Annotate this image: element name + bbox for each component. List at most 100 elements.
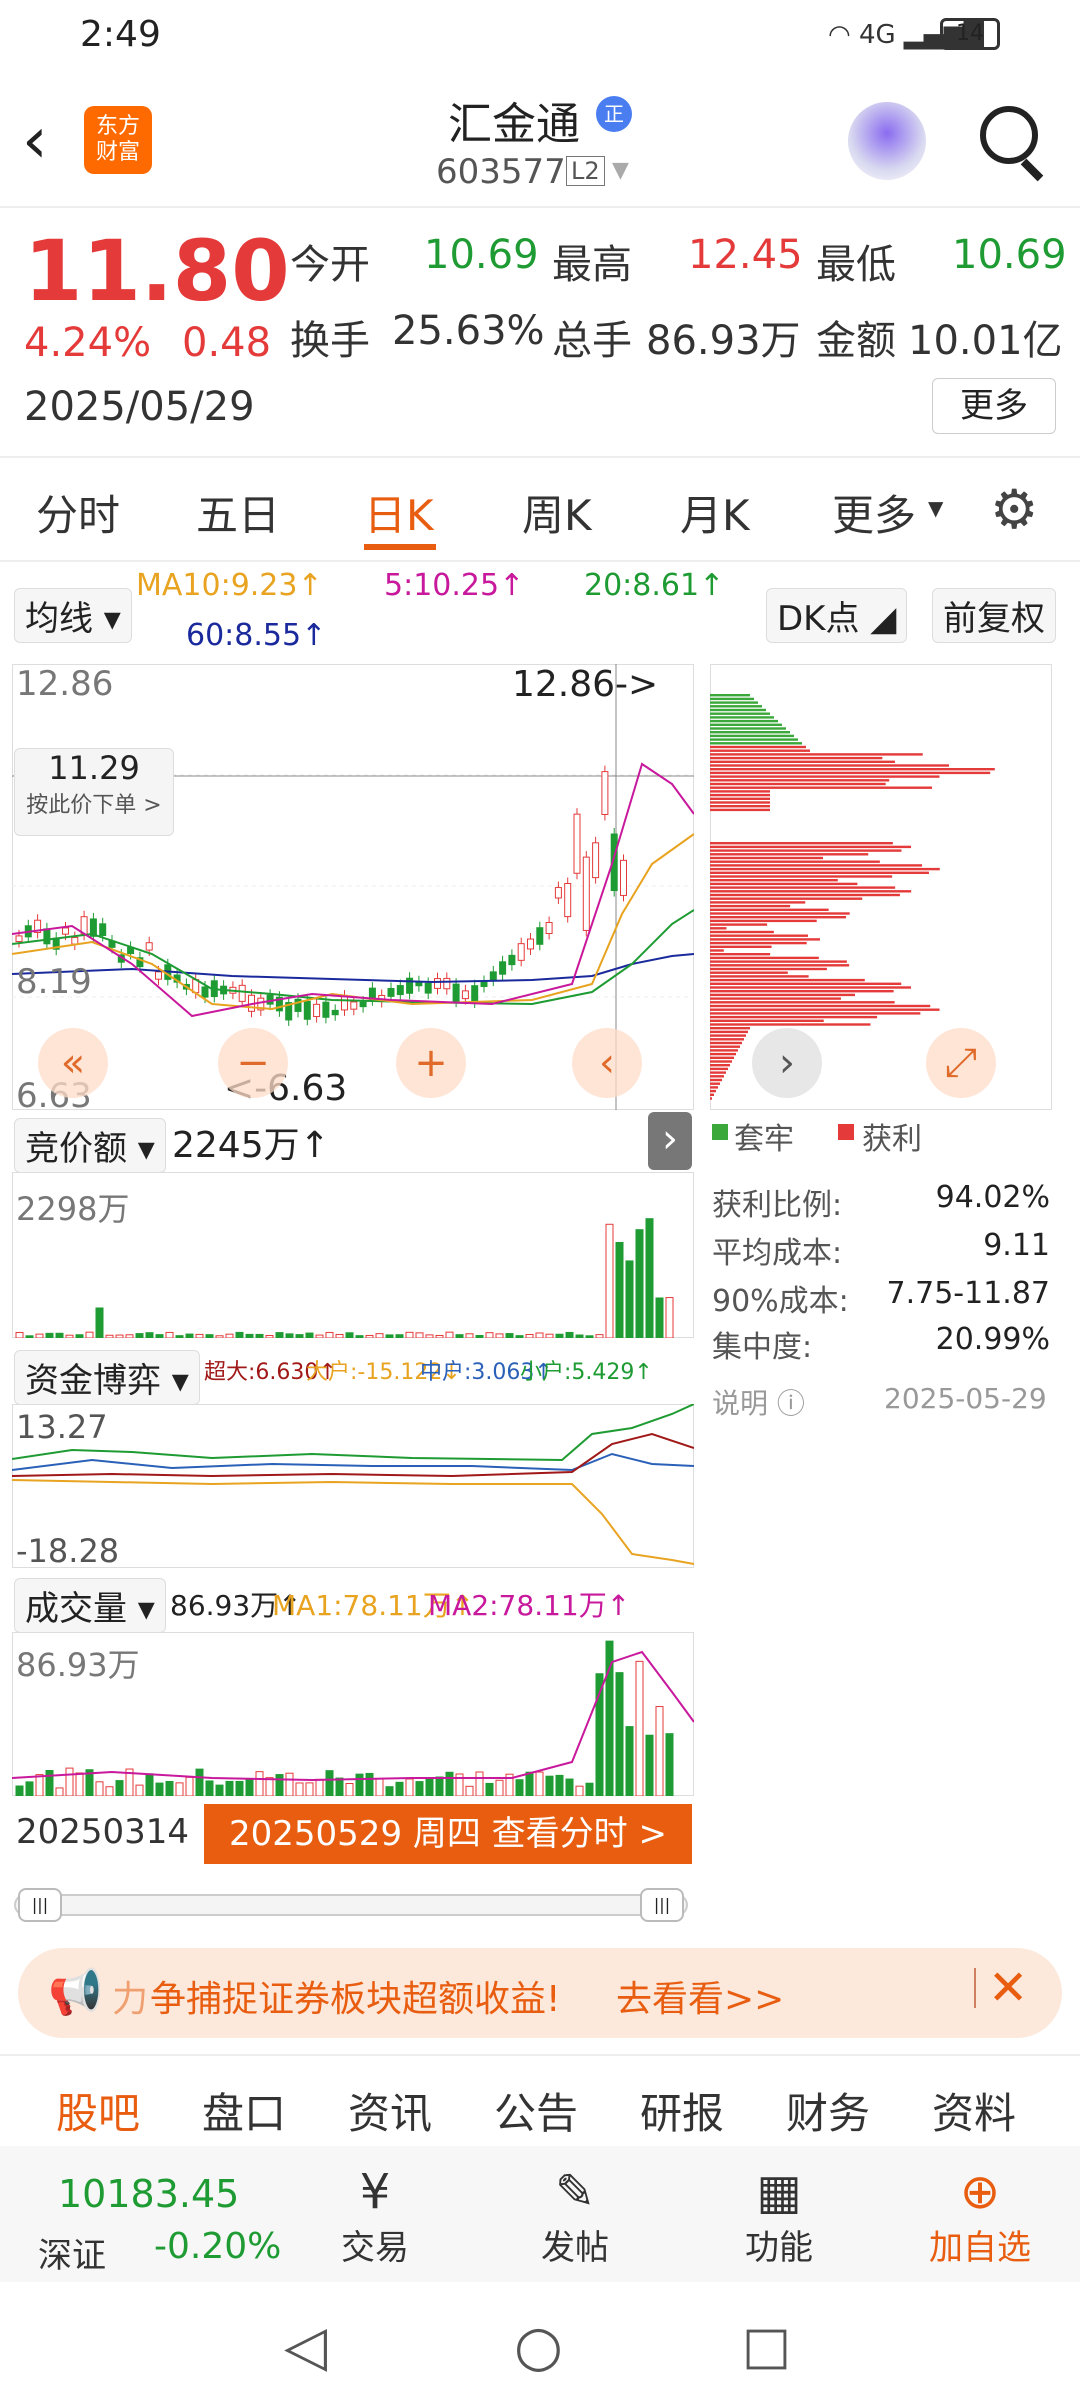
assistant-avatar[interactable]: [848, 102, 926, 180]
dk-point-button[interactable]: DK点 ◢: [766, 588, 908, 643]
info-icon: ⓘ: [776, 1387, 805, 1420]
tab-more[interactable]: 更多: [832, 482, 916, 543]
chip-bar: [710, 927, 727, 930]
chip-stat-value: 94.02%: [935, 1180, 1050, 1215]
chevron-right-icon[interactable]: ›: [648, 1112, 692, 1170]
chip-bar: [710, 864, 923, 867]
step-left-icon[interactable]: ‹: [572, 1028, 642, 1098]
step-right-icon[interactable]: ›: [752, 1028, 822, 1098]
fund-small: 小户:5.429↑: [520, 1360, 653, 1385]
volume-bar: [315, 1778, 324, 1796]
index-pct[interactable]: -0.20%: [154, 2226, 281, 2267]
volume-bar: [245, 1779, 254, 1796]
tab-announcement[interactable]: 公告: [494, 2080, 578, 2141]
auction-bar: [145, 1332, 154, 1338]
auction-bar: [445, 1331, 454, 1338]
banner-link[interactable]: 去看看>>: [616, 1970, 784, 2022]
chip-bar: [710, 1056, 734, 1059]
high-value: 12.45: [688, 232, 803, 278]
chip-bar: [710, 871, 929, 874]
nav-recent-icon[interactable]: □: [742, 2316, 791, 2376]
fund-y-bottom: -18.28: [16, 1532, 120, 1570]
volume-select[interactable]: 成交量 ▾: [14, 1578, 166, 1633]
chip-bar: [710, 708, 766, 712]
timeline-start: 20250314: [16, 1812, 190, 1852]
chevron-down-icon[interactable]: ▼: [612, 158, 629, 183]
tab-daily-k[interactable]: 日K: [364, 482, 434, 543]
fund-y-top: 13.27: [16, 1408, 108, 1446]
lock-legend-swatch: [712, 1124, 728, 1140]
scroll-left-icon[interactable]: «: [38, 1028, 108, 1098]
post-button[interactable]: ✎ 发帖: [530, 2164, 620, 2269]
chip-bar: [710, 945, 772, 948]
more-button[interactable]: 更多: [932, 378, 1056, 434]
auction-bar: [205, 1334, 214, 1338]
chip-bar: [710, 738, 798, 741]
chip-bar: [710, 797, 770, 800]
tab-finance[interactable]: 财务: [786, 2080, 870, 2141]
tab-intraday[interactable]: 分时: [36, 482, 120, 543]
tab-weekly-k[interactable]: 周K: [522, 482, 592, 543]
index-value[interactable]: 10183.45: [58, 2172, 239, 2216]
auction-bar: [365, 1334, 374, 1338]
chip-bar: [710, 993, 855, 997]
volume-bar: [385, 1786, 394, 1796]
candle: [303, 1000, 311, 1020]
tab-research[interactable]: 研报: [640, 2080, 724, 2141]
view-intraday-button[interactable]: 20250529 周四 查看分时 >: [204, 1804, 692, 1864]
stock-code: 603577: [436, 152, 566, 192]
chip-bar: [710, 842, 893, 845]
turnover-label: 换手: [290, 318, 370, 364]
volume-bar: [655, 1706, 664, 1796]
search-icon[interactable]: [980, 106, 1038, 164]
chip-bar: [710, 856, 824, 860]
fund-select[interactable]: 资金博弈 ▾: [14, 1350, 200, 1405]
candle: [396, 985, 404, 996]
scroll-handle-left[interactable]: |||: [18, 1888, 62, 1922]
volume-bar: [665, 1733, 674, 1796]
auction-bar: [295, 1334, 304, 1338]
candle: [62, 927, 69, 935]
function-button[interactable]: ▦ 功能: [734, 2164, 824, 2269]
ma-select[interactable]: 均线 ▾: [14, 588, 132, 643]
tab-profile[interactable]: 资料: [932, 2080, 1016, 2141]
candle: [43, 928, 51, 945]
chip-bar: [710, 749, 810, 752]
range-scrollbar[interactable]: [14, 1894, 688, 1916]
gear-icon[interactable]: ⚙: [990, 478, 1038, 541]
tab-monthly-k[interactable]: 月K: [680, 482, 750, 543]
auction-bar: [275, 1332, 284, 1338]
scroll-handle-right[interactable]: |||: [640, 1888, 684, 1922]
zoom-out-icon[interactable]: −: [218, 1028, 288, 1098]
tab-forum[interactable]: 股吧: [56, 2080, 140, 2141]
chip-bar: [710, 982, 902, 985]
add-watchlist-button[interactable]: ⊕ 加自选: [920, 2164, 1040, 2269]
back-icon[interactable]: ‹: [22, 104, 48, 178]
candle: [434, 978, 441, 989]
tab-five-day[interactable]: 五日: [196, 482, 280, 543]
tab-news[interactable]: 资讯: [348, 2080, 432, 2141]
open-label: 今开: [290, 242, 370, 288]
volume-bar: [345, 1783, 354, 1796]
auction-bar: [565, 1331, 574, 1338]
nav-home-icon[interactable]: ○: [514, 2314, 563, 2379]
candle: [350, 1001, 358, 1010]
auction-bar: [115, 1334, 124, 1338]
auction-bar: [315, 1334, 324, 1338]
zoom-in-icon[interactable]: +: [396, 1028, 466, 1098]
index-name[interactable]: 深证: [38, 2228, 106, 2277]
auction-select[interactable]: 竞价额 ▾: [14, 1118, 166, 1173]
tab-orderbook[interactable]: 盘口: [202, 2080, 286, 2141]
chip-note-link[interactable]: 说明 ⓘ: [712, 1382, 805, 1422]
trade-button[interactable]: ¥ 交易: [330, 2164, 420, 2269]
chip-bar: [710, 930, 774, 934]
price-adjust-button[interactable]: 前复权: [932, 588, 1056, 643]
chip-bar: [710, 782, 886, 786]
auction-bar: [125, 1334, 134, 1338]
crosshair-price-tag[interactable]: 11.29 按此价下单 >: [14, 748, 174, 836]
expand-icon[interactable]: ⤢: [926, 1028, 996, 1098]
level-badge[interactable]: L2: [566, 156, 605, 186]
high-marker: 12.86->: [512, 664, 659, 705]
nav-back-icon[interactable]: ◁: [284, 2314, 327, 2379]
close-icon[interactable]: ✕: [988, 1960, 1028, 2016]
